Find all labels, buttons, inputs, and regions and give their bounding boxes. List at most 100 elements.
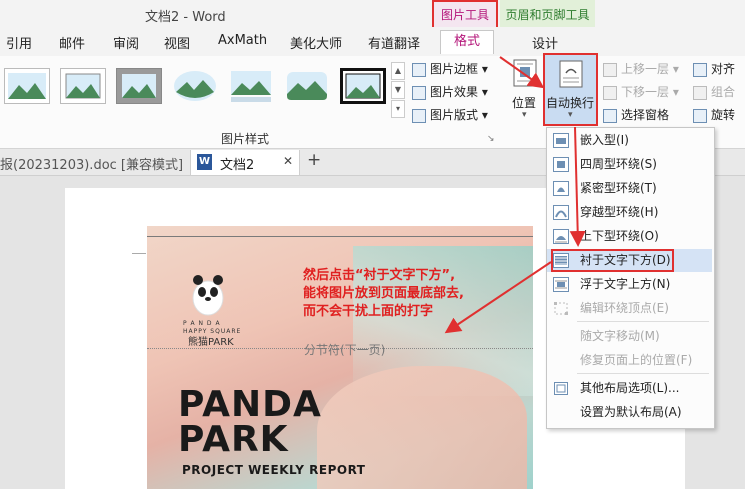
tab-axmath[interactable]: AxMath — [218, 33, 267, 48]
position-icon — [512, 58, 538, 88]
picture-style-7[interactable] — [340, 68, 386, 104]
menu-item-inline[interactable]: 嵌入型(I) — [547, 129, 712, 152]
document-tab-previous[interactable]: 报(20231203).doc [兼容模式] — [0, 154, 183, 173]
tab-review[interactable]: 审阅 — [113, 33, 139, 52]
bring-forward-label: 上移一层 — [621, 62, 670, 76]
align-icon — [693, 62, 707, 77]
tab-references[interactable]: 引用 — [6, 33, 32, 52]
pen-icon — [412, 62, 426, 77]
header-line — [147, 236, 533, 237]
header-footer-tools-label: 页眉和页脚工具 — [505, 8, 590, 22]
picture-layout-button[interactable]: 图片版式 ▾ — [412, 106, 488, 126]
picture-tools-label: 图片工具 — [440, 8, 489, 22]
effects-icon — [412, 85, 426, 100]
send-backward-label: 下移一层 — [621, 85, 670, 99]
menu-item-label: 随文字移动(M) — [580, 329, 660, 343]
report-subtitle: PROJECT WEEKLY REPORT — [182, 463, 366, 477]
styles-scroll-down-button[interactable]: ▼ — [391, 81, 405, 99]
menu-separator — [577, 321, 709, 322]
align-label: 对齐 — [711, 62, 736, 76]
tab-beautify[interactable]: 美化大师 — [290, 33, 342, 52]
menu-item-move-with-text[interactable]: 随文字移动(M) — [547, 325, 712, 348]
picture-style-icon — [231, 71, 271, 102]
position-button[interactable]: 位置 — [512, 94, 536, 111]
picture-style-6[interactable] — [284, 68, 330, 104]
in-front-text-icon — [553, 277, 569, 292]
tab-mailings[interactable]: 邮件 — [59, 33, 85, 52]
menu-item-label: 四周型环绕(S) — [580, 157, 657, 171]
through-wrap-icon — [553, 205, 569, 220]
menu-item-label: 上下型环绕(O) — [580, 229, 659, 243]
chevron-down-icon: ▾ — [568, 110, 573, 120]
new-tab-button[interactable]: + — [307, 150, 321, 170]
annotation-line-1: 然后点击“衬于文字下方”, — [303, 268, 456, 283]
top-bottom-wrap-icon — [553, 229, 569, 244]
rotate-button[interactable]: 旋转 — [693, 106, 735, 126]
bring-forward-icon — [603, 62, 617, 77]
menu-item-label: 设置为默认布局(A) — [580, 405, 682, 419]
menu-item-label: 嵌入型(I) — [580, 133, 629, 147]
menu-item-top-bottom[interactable]: 上下型环绕(O) — [547, 225, 712, 248]
picture-style-icon — [174, 71, 216, 101]
close-icon[interactable]: ✕ — [283, 154, 293, 168]
rotate-icon — [693, 108, 707, 123]
word-doc-icon: W — [197, 154, 212, 170]
picture-style-icon — [345, 73, 381, 99]
picture-style-3[interactable] — [116, 68, 162, 104]
picture-style-2[interactable] — [60, 68, 106, 104]
group-button[interactable]: 组合 — [693, 83, 735, 103]
menu-item-label: 穿越型环绕(H) — [580, 205, 659, 219]
picture-effects-label: 图片效果 — [430, 85, 479, 99]
tab-format[interactable]: 格式 — [440, 30, 494, 54]
menu-item-fix-position[interactable]: 修复页面上的位置(F) — [547, 349, 712, 372]
tab-youdao[interactable]: 有道翻译 — [368, 33, 420, 52]
picture-style-4[interactable] — [172, 68, 218, 104]
tab-view[interactable]: 视图 — [164, 33, 190, 52]
group-label: 组合 — [711, 85, 736, 99]
menu-item-label: 修复页面上的位置(F) — [580, 353, 693, 367]
picture-style-1[interactable] — [4, 68, 50, 104]
chevron-down-icon: ▾ — [522, 110, 527, 120]
picture-style-icon — [65, 73, 101, 99]
picture-border-label: 图片边框 — [430, 62, 479, 76]
menu-item-through[interactable]: 穿越型环绕(H) — [547, 201, 712, 224]
dialog-launcher-icon[interactable]: ↘ — [487, 134, 495, 144]
headline-park: PARK — [178, 419, 289, 460]
section-break-label: 分节符(下一页) — [304, 343, 386, 357]
edit-wrap-points-icon — [554, 302, 568, 315]
styles-more-button[interactable]: ▾ — [391, 100, 405, 118]
group-icon — [693, 85, 707, 100]
send-backward-button[interactable]: 下移一层 ▾ — [603, 83, 679, 103]
menu-item-set-default[interactable]: 设置为默认布局(A) — [547, 401, 712, 424]
styles-scroll-up-button[interactable]: ▲ — [391, 62, 405, 80]
layout-options-icon — [554, 382, 568, 395]
menu-item-square[interactable]: 四周型环绕(S) — [547, 153, 712, 176]
selection-pane-button[interactable]: 选择窗格 — [603, 106, 669, 126]
picture-style-5[interactable] — [228, 68, 274, 104]
picture-effects-button[interactable]: 图片效果 ▾ — [412, 83, 488, 103]
menu-item-label: 浮于文字上方(N) — [580, 277, 671, 291]
menu-item-label: 紧密型环绕(T) — [580, 181, 657, 195]
menu-item-label: 编辑环绕顶点(E) — [580, 301, 669, 315]
menu-item-edit-wrap-points[interactable]: 编辑环绕顶点(E) — [547, 297, 712, 320]
bring-forward-button[interactable]: 上移一层 ▾ — [603, 60, 679, 80]
title-bar — [0, 0, 745, 27]
annotation-text: 然后点击“衬于文字下方”, 能将图片放到页面最底部去, 而不会干扰上面的打字 — [303, 267, 464, 321]
wrap-text-label: 自动换行 — [546, 96, 595, 110]
rotate-label: 旋转 — [711, 108, 736, 122]
layout-icon — [412, 108, 426, 123]
menu-item-in-front-text[interactable]: 浮于文字上方(N) — [547, 273, 712, 296]
margin-marker — [132, 253, 146, 254]
menu-item-more-layout-options[interactable]: 其他布局选项(L)... — [547, 377, 712, 400]
annotation-line-3: 而不会干扰上面的打字 — [303, 304, 434, 319]
align-button[interactable]: 对齐 — [693, 60, 735, 80]
menu-item-label: 其他布局选项(L)... — [580, 381, 680, 395]
picture-layout-label: 图片版式 — [430, 108, 479, 122]
tab-design[interactable]: 设计 — [532, 33, 558, 52]
document-tab-current-label: 文档2 — [220, 158, 255, 173]
inline-wrap-icon — [553, 133, 569, 148]
brand-line-1: P A N D A — [183, 320, 221, 327]
brand-line-3: 熊猫PARK — [188, 337, 234, 348]
menu-item-tight[interactable]: 紧密型环绕(T) — [547, 177, 712, 200]
picture-border-button[interactable]: 图片边框 ▾ — [412, 60, 488, 80]
